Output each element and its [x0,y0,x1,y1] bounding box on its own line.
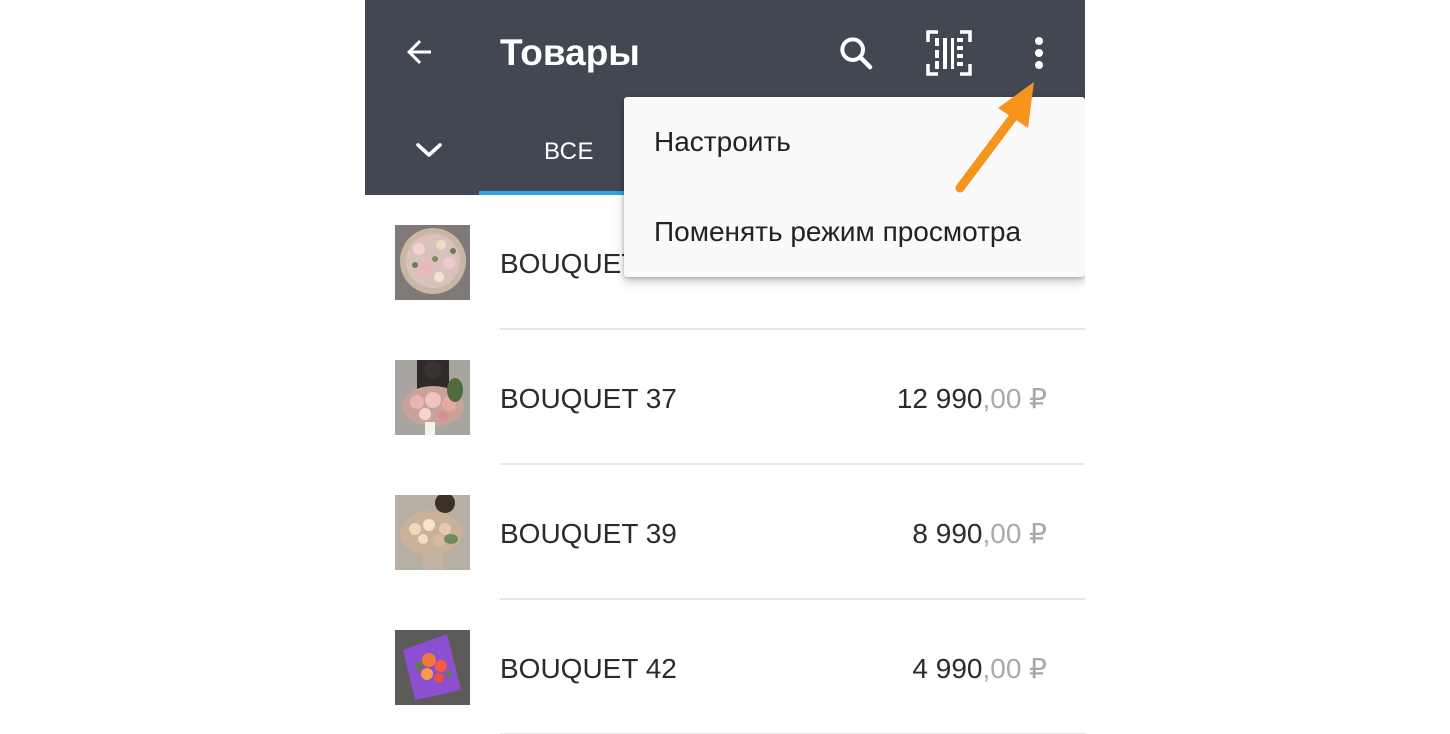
back-arrow-icon [407,40,431,64]
price-main: 12 990 [896,383,983,414]
price-cents: ,00 ₽ [982,383,1047,414]
price-main: 8 990 [912,518,983,549]
price-cents: ,00 ₽ [982,518,1047,549]
product-row[interactable]: BOUQUET 39 8 990,00 ₽ [365,465,1085,600]
barcode-scan-icon [926,30,972,76]
annotation-arrow-icon [955,82,1034,193]
menu-item-change-view-mode[interactable]: Поменять режим просмотра [624,187,1085,277]
product-row[interactable]: BOUQUET 37 12 990,00 ₽ [365,330,1085,465]
product-name: BOUQUET 39 [500,518,677,549]
category-dropdown-button[interactable] [411,128,447,172]
product-row[interactable]: BOUQUET 42 4 990,00 ₽ [365,600,1085,734]
chevron-down-icon [416,143,442,157]
price-main: 4 990 [912,653,983,684]
menu-item-label: Настроить [654,126,791,157]
page-title: Товары [500,32,640,73]
search-icon [840,37,873,70]
product-price: 12 990,00 ₽ [897,382,1047,416]
product-thumbnail [395,360,470,435]
product-thumbnail [395,630,470,705]
barcode-scan-button[interactable] [922,26,976,80]
product-name: BOUQUET 42 [500,653,677,684]
more-options-button[interactable] [1015,26,1063,80]
product-thumbnail [395,225,470,300]
price-cents: ,00 ₽ [982,653,1047,684]
menu-item-label: Поменять режим просмотра [654,216,1022,247]
product-price: 4 990,00 ₽ [912,652,1047,686]
product-thumbnail [395,495,470,570]
back-button[interactable] [395,28,443,76]
search-button[interactable] [831,28,881,78]
product-name: BOUQUET 37 [500,383,677,414]
more-vert-icon [1035,37,1043,69]
product-name: BOUQUET [500,248,639,279]
product-price: 8 990,00 ₽ [912,517,1047,551]
